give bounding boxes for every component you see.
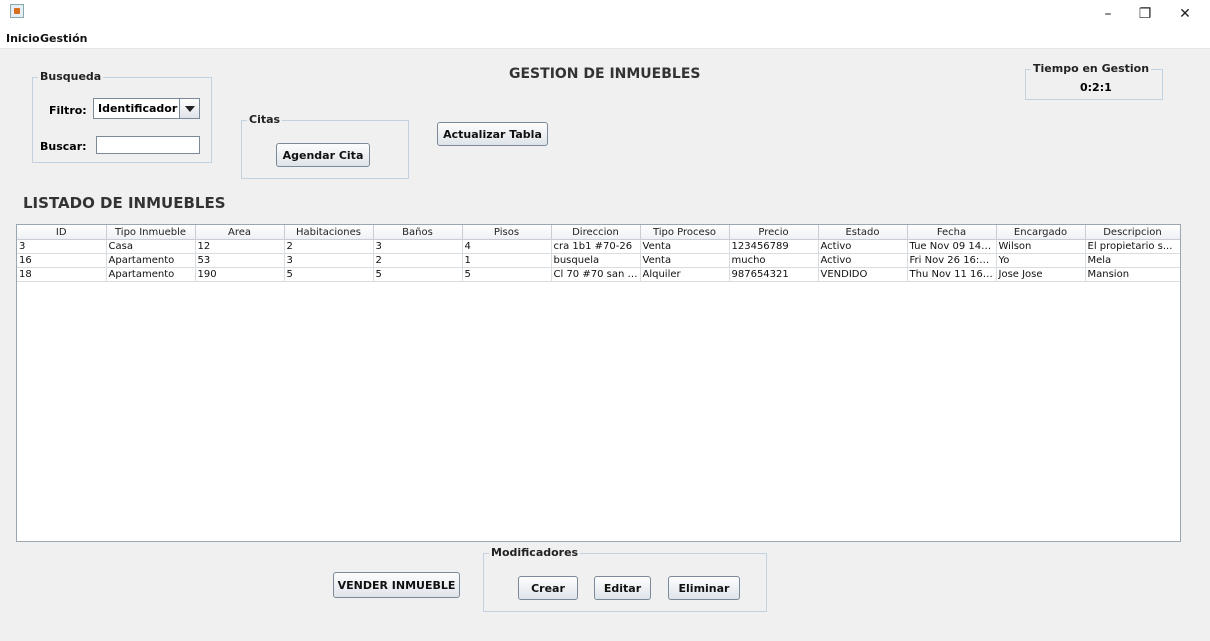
table-cell: 3 (17, 239, 107, 254)
table-cell: Wilson (996, 239, 1086, 254)
timer-value: 0:2:1 (1080, 81, 1112, 94)
table-cell: Apartamento (106, 267, 196, 282)
table-cell: Activo (818, 239, 908, 254)
page-title: GESTION DE INMUEBLES (509, 66, 701, 82)
sell-property-button[interactable]: VENDER INMUEBLE (333, 572, 460, 598)
table-cell: Venta (640, 253, 730, 268)
column-header[interactable]: Estado (818, 225, 908, 240)
menu-bar: Inicio Gestión (0, 30, 1210, 49)
table-cell: Alquiler (640, 267, 730, 282)
table-row[interactable]: 18 Apartamento 190 5 5 5 Cl 70 #70 san l… (17, 267, 1180, 282)
column-header[interactable]: ID (17, 225, 107, 240)
column-header[interactable]: Descripcion (1085, 225, 1180, 240)
timer-legend: Tiempo en Gestion (1031, 62, 1152, 75)
column-header[interactable]: Precio (729, 225, 819, 240)
table-cell: Venta (640, 239, 730, 254)
column-header[interactable]: Tipo Inmueble (106, 225, 196, 240)
java-app-icon (10, 4, 24, 18)
table-cell: 4 (462, 239, 552, 254)
table-cell: Activo (818, 253, 908, 268)
table-cell: El propietario s... (1085, 239, 1180, 254)
table-cell: Casa (106, 239, 196, 254)
properties-table[interactable]: ID Tipo Inmueble Area Habitaciones Baños… (16, 224, 1181, 542)
table-row[interactable]: 3 Casa 12 2 3 4 cra 1b1 #70-26 Venta 123… (17, 239, 1180, 254)
table-cell: Mela (1085, 253, 1180, 268)
table-cell: Tue Nov 09 14:3... (907, 239, 997, 254)
table-cell: 53 (195, 253, 285, 268)
search-input[interactable] (96, 136, 200, 154)
table-cell: cra 1b1 #70-26 (551, 239, 641, 254)
table-cell: Cl 70 #70 san l... (551, 267, 641, 282)
table-cell: Yo (996, 253, 1086, 268)
citas-legend: Citas (247, 113, 283, 126)
table-cell: 2 (373, 253, 463, 268)
column-header[interactable]: Pisos (462, 225, 552, 240)
table-cell: 3 (373, 239, 463, 254)
table-cell: 987654321 (729, 267, 819, 282)
table-cell: Apartamento (106, 253, 196, 268)
table-cell: 18 (17, 267, 107, 282)
maximize-button[interactable]: ❐ (1130, 4, 1160, 24)
search-label: Buscar: (40, 140, 87, 153)
filter-select-value: Identificador (98, 102, 178, 115)
column-header[interactable]: Direccion (551, 225, 641, 240)
table-cell: Jose Jose (996, 267, 1086, 282)
edit-button[interactable]: Editar (594, 576, 651, 600)
table-cell: busquela (551, 253, 641, 268)
filter-label: Filtro: (49, 104, 87, 117)
table-cell: 190 (195, 267, 285, 282)
table-cell: Mansion (1085, 267, 1180, 282)
chevron-down-icon[interactable] (179, 99, 199, 118)
create-button[interactable]: Crear (518, 576, 578, 600)
filter-select[interactable]: Identificador (93, 98, 200, 119)
column-header[interactable]: Fecha (907, 225, 997, 240)
minimize-button[interactable]: – (1093, 4, 1123, 24)
table-cell: mucho (729, 253, 819, 268)
table-cell: 5 (284, 267, 374, 282)
column-header[interactable]: Habitaciones (284, 225, 374, 240)
table-cell: Thu Nov 11 16:0... (907, 267, 997, 282)
menu-gestion[interactable]: Gestión (40, 32, 87, 45)
column-header[interactable]: Tipo Proceso (640, 225, 730, 240)
table-cell: 3 (284, 253, 374, 268)
list-title: LISTADO DE INMUEBLES (23, 194, 226, 212)
properties-grid: ID Tipo Inmueble Area Habitaciones Baños… (17, 225, 1180, 282)
column-header[interactable]: Baños (373, 225, 463, 240)
table-cell: 123456789 (729, 239, 819, 254)
table-cell: VENDIDO (818, 267, 908, 282)
close-button[interactable]: ✕ (1170, 4, 1200, 24)
table-row[interactable]: 16 Apartamento 53 3 2 1 busquela Venta m… (17, 253, 1180, 268)
column-header[interactable]: Encargado (996, 225, 1086, 240)
refresh-table-button[interactable]: Actualizar Tabla (437, 122, 548, 146)
table-cell: 1 (462, 253, 552, 268)
search-legend: Busqueda (38, 70, 104, 83)
schedule-appointment-button[interactable]: Agendar Cita (276, 143, 370, 167)
table-cell: 16 (17, 253, 107, 268)
table-cell: Fri Nov 26 16:16... (907, 253, 997, 268)
menu-inicio[interactable]: Inicio (6, 32, 40, 45)
delete-button[interactable]: Eliminar (668, 576, 740, 600)
table-cell: 12 (195, 239, 285, 254)
table-header-row: ID Tipo Inmueble Area Habitaciones Baños… (17, 225, 1180, 240)
title-bar: – ❐ ✕ (0, 0, 1210, 30)
table-cell: 2 (284, 239, 374, 254)
modifiers-legend: Modificadores (489, 546, 581, 559)
column-header[interactable]: Area (195, 225, 285, 240)
table-cell: 5 (373, 267, 463, 282)
table-cell: 5 (462, 267, 552, 282)
